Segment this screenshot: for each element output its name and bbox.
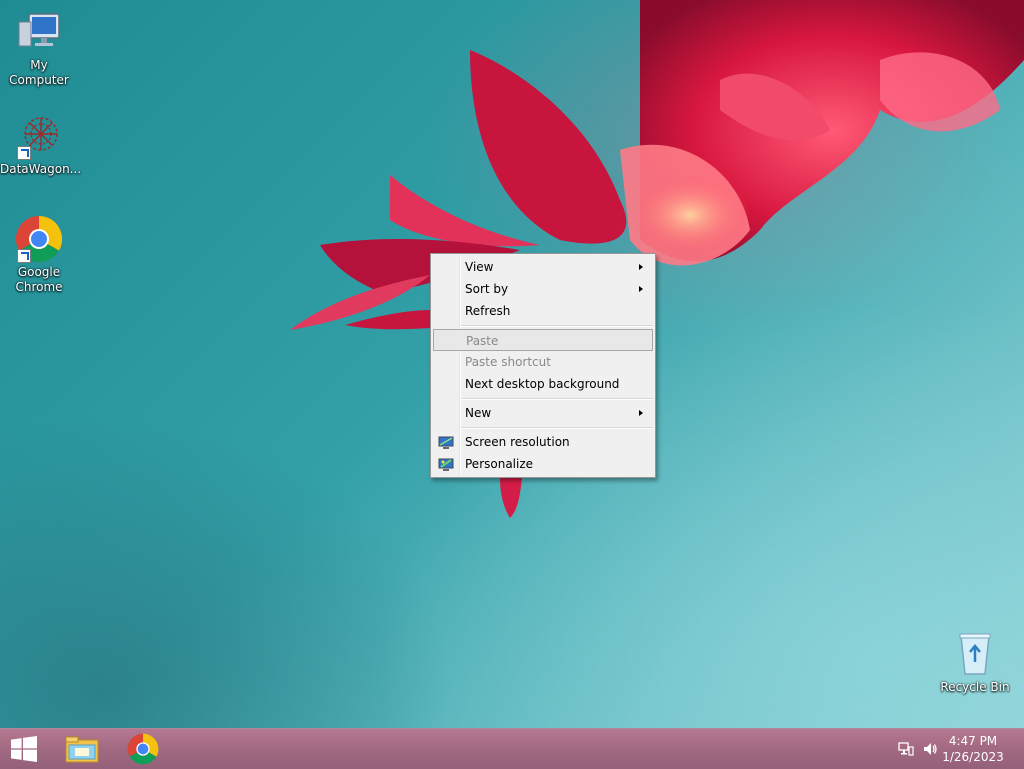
menu-item-screen-resolution[interactable]: Screen resolution — [433, 431, 653, 453]
screen-resolution-icon — [438, 435, 454, 449]
desktop-context-menu: View Sort by Refresh Paste Paste shortcu… — [430, 253, 656, 478]
volume-icon[interactable] — [922, 741, 938, 757]
menu-separator — [461, 398, 653, 400]
file-explorer-icon — [65, 736, 99, 763]
desktop-icon-datawagon[interactable]: DataWagon... — [0, 112, 82, 177]
desktop-icon-recycle-bin[interactable]: Recycle Bin — [936, 630, 1014, 695]
menu-item-refresh[interactable]: Refresh — [433, 300, 653, 322]
clock-time: 4:47 PM — [948, 734, 998, 748]
menu-item-label: Sort by — [465, 282, 509, 296]
menu-item-paste-shortcut[interactable]: Paste shortcut — [433, 351, 653, 373]
desktop-icon-google-chrome[interactable]: Google Chrome — [0, 215, 78, 295]
clock-date: 1/26/2023 — [942, 750, 1004, 764]
desktop-icon-label: Google Chrome — [15, 265, 63, 294]
menu-item-paste[interactable]: Paste — [433, 329, 653, 351]
menu-item-new[interactable]: New — [433, 402, 653, 424]
menu-item-label: Next desktop background — [465, 377, 620, 391]
taskbar: 4:47 PM 1/26/2023 — [0, 728, 1024, 769]
desktop-icon-label: Recycle Bin — [940, 680, 1010, 694]
desktop-icon-label: My Computer — [9, 58, 69, 87]
desktop-icon-my-computer[interactable]: My Computer — [0, 8, 78, 88]
shortcut-arrow-icon — [17, 146, 31, 160]
submenu-arrow-icon — [639, 286, 643, 292]
menu-item-next-desktop-background[interactable]: Next desktop background — [433, 373, 653, 395]
submenu-arrow-icon — [639, 264, 643, 270]
network-icon[interactable] — [898, 741, 914, 757]
datawagon-icon — [15, 112, 63, 160]
menu-item-label: Screen resolution — [465, 435, 570, 449]
menu-item-view[interactable]: View — [433, 256, 653, 278]
menu-separator — [461, 427, 653, 429]
menu-item-label: New — [465, 406, 492, 420]
menu-item-label: Personalize — [465, 457, 534, 471]
computer-icon — [15, 8, 63, 56]
menu-item-sort-by[interactable]: Sort by — [433, 278, 653, 300]
menu-item-label: Paste shortcut — [465, 355, 551, 369]
menu-item-personalize[interactable]: Personalize — [433, 453, 653, 475]
menu-item-label: Refresh — [465, 304, 511, 318]
menu-item-label: Paste — [466, 334, 499, 348]
personalize-icon — [438, 457, 454, 471]
start-button[interactable] — [0, 729, 48, 769]
chrome-icon — [127, 733, 159, 765]
desktop-icon-label: DataWagon... — [0, 162, 82, 176]
menu-item-label: View — [465, 260, 494, 274]
recycle-bin-icon — [951, 630, 999, 678]
menu-separator — [461, 325, 653, 327]
shortcut-arrow-icon — [17, 249, 31, 263]
submenu-arrow-icon — [639, 410, 643, 416]
taskbar-file-explorer[interactable] — [56, 729, 112, 769]
windows-logo-icon — [11, 736, 37, 762]
taskbar-chrome[interactable] — [116, 729, 172, 769]
taskbar-clock[interactable]: 4:47 PM 1/26/2023 — [938, 733, 1008, 765]
chrome-icon — [15, 215, 63, 263]
